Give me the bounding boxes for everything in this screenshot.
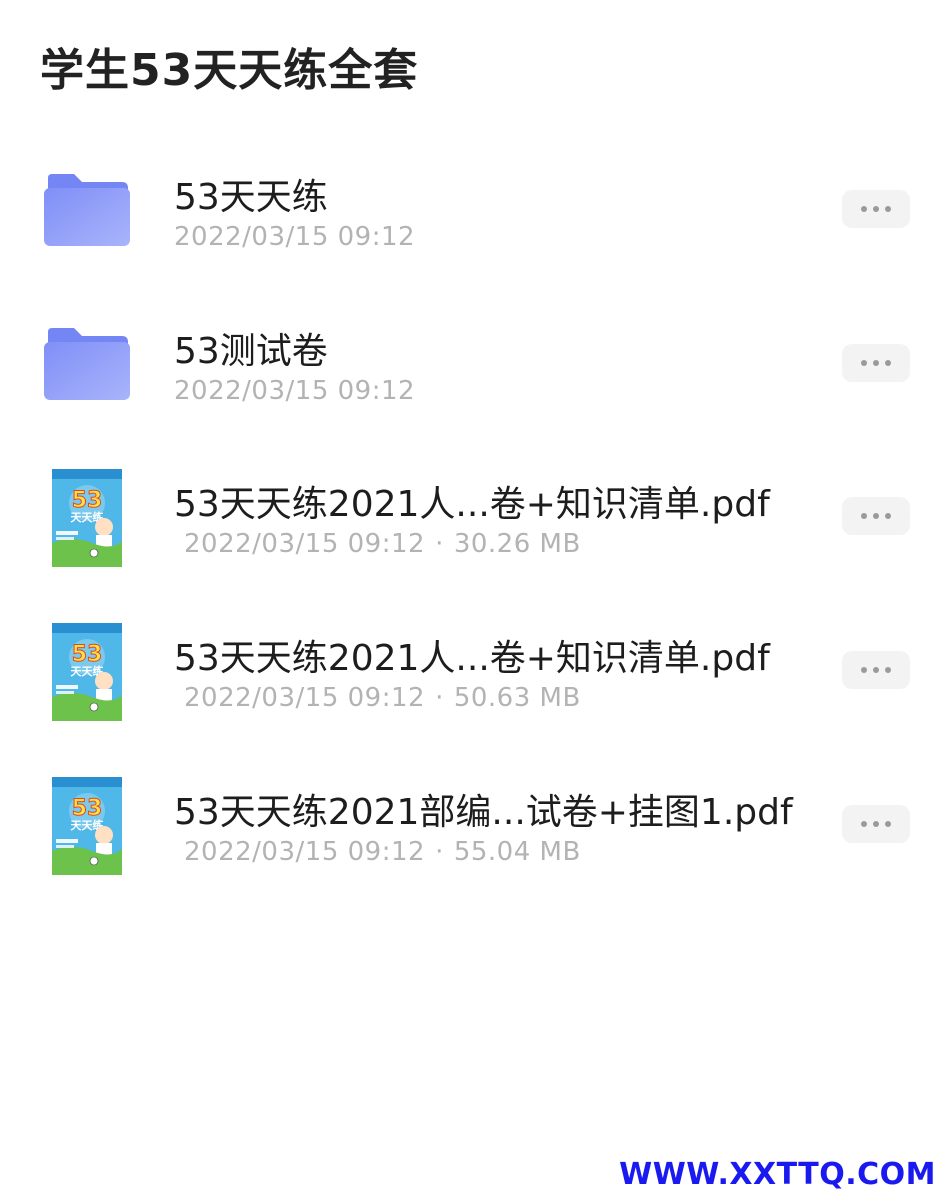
more-options-button[interactable] [842,651,910,689]
list-item[interactable]: 53测试卷 2022/03/15 09:12 [0,304,944,434]
more-options-button[interactable] [842,497,910,535]
file-date: 2022/03/15 09:12 [184,837,426,867]
svg-text:53: 53 [72,488,103,513]
list-item[interactable]: 53 天天练 53天天练2021部编...试卷+挂图1.pdf 2022/03/… [0,765,944,895]
list-item[interactable]: 53 天天练 53天天练2021人...卷+知识清单.pdf 2022/03/1… [0,457,944,587]
file-meta: 2022/03/15 09:12 · 30.26 MB [184,529,581,559]
file-name: 53测试卷 [174,331,328,372]
file-meta: 2022/03/15 09:12 · 55.04 MB [184,837,581,867]
more-horizontal-icon [861,821,867,827]
more-options-button[interactable] [842,344,910,382]
more-horizontal-icon [861,513,867,519]
more-horizontal-icon [861,360,867,366]
file-date: 2022/03/15 09:12 [184,683,426,713]
more-horizontal-icon [861,667,867,673]
file-name: 53天天练2021人...卷+知识清单.pdf [174,638,770,679]
file-size: 30.26 MB [453,529,581,559]
more-options-button[interactable] [842,805,910,843]
list-item[interactable]: 53天天练 2022/03/15 09:12 [0,150,944,280]
meta-separator: · [435,683,444,713]
file-meta: 2022/03/15 09:12 · 50.63 MB [184,683,581,713]
meta-separator: · [435,529,444,559]
file-name: 53天天练 [174,177,328,218]
folder-icon [44,328,130,400]
file-name: 53天天练2021部编...试卷+挂图1.pdf [174,792,793,833]
more-options-button[interactable] [842,190,910,228]
more-horizontal-icon [861,206,867,212]
meta-separator: · [435,837,444,867]
file-date: 2022/03/15 09:12 [174,376,416,406]
pdf-thumbnail: 53 天天练 [52,469,122,567]
file-size: 55.04 MB [453,837,581,867]
list-item[interactable]: 53 天天练 53天天练2021人...卷+知识清单.pdf 2022/03/1… [0,611,944,741]
file-name: 53天天练2021人...卷+知识清单.pdf [174,484,770,525]
file-date: 2022/03/15 09:12 [174,222,416,252]
pdf-thumbnail: 53 天天练 [52,777,122,875]
file-list: 53天天练 2022/03/15 09:12 53测试卷 2022/03/15 … [0,0,944,1200]
watermark: WWW.XXTTQ.COM [619,1157,936,1192]
file-date: 2022/03/15 09:12 [184,529,426,559]
pdf-thumbnail: 53 天天练 [52,623,122,721]
folder-icon [44,174,130,246]
svg-text:53: 53 [72,796,103,821]
svg-text:53: 53 [72,642,103,667]
file-size: 50.63 MB [453,683,581,713]
